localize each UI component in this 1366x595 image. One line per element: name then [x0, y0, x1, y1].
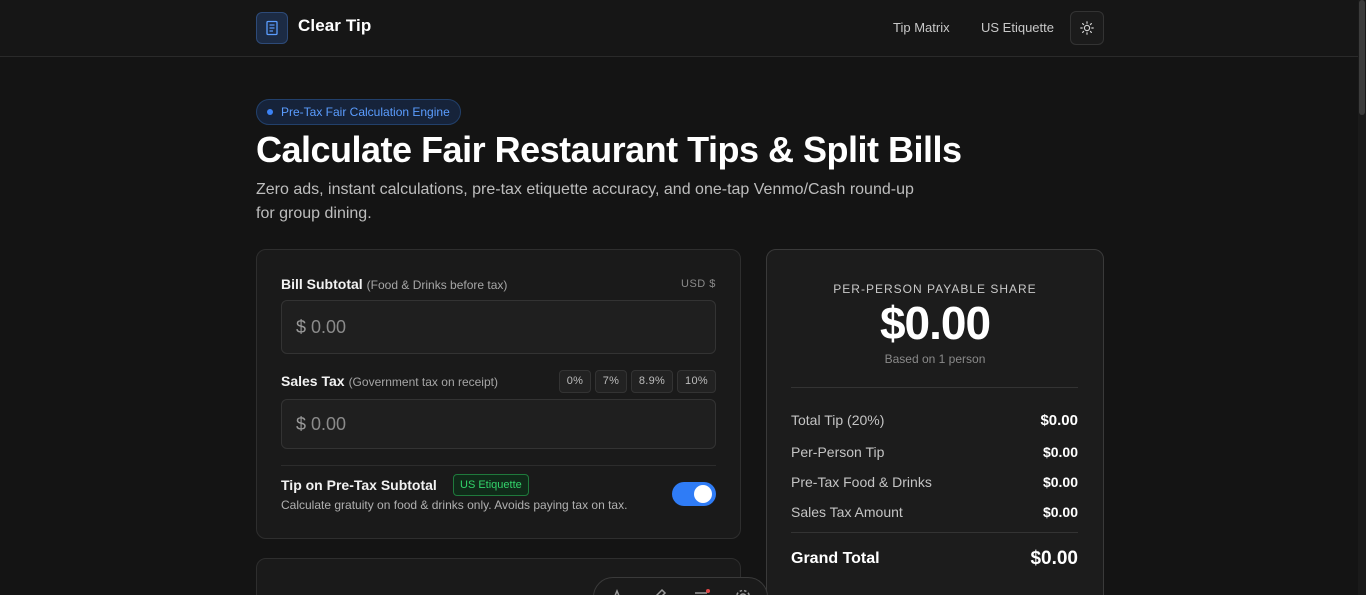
total-tip-value: $0.00 [1040, 412, 1078, 429]
tax-preset-7[interactable]: 7% [595, 370, 627, 393]
per-person-amount: $0.00 [879, 297, 991, 349]
per-person-tip-label: Per-Person Tip [791, 444, 885, 460]
sales-tax-input[interactable]: $ 0.00 [281, 399, 716, 449]
page-scrollbar[interactable] [1358, 0, 1366, 595]
toggle-knob [694, 485, 712, 503]
sales-tax-label-text: Sales Tax [281, 373, 345, 389]
engine-badge: Pre-Tax Fair Calculation Engine [256, 99, 461, 125]
pretax-toggle[interactable] [672, 482, 716, 506]
people-count-note: Based on 1 person [884, 352, 986, 366]
grand-total-divider [791, 532, 1078, 533]
page-title: Calculate Fair Restaurant Tips & Split B… [256, 129, 962, 170]
grand-total-value: $0.00 [1030, 548, 1078, 569]
floating-toolbar [593, 577, 768, 595]
sales-tax-placeholder: 0.00 [311, 413, 347, 434]
subtotal-prefix: $ [296, 316, 307, 337]
total-tip-label: Total Tip (20%) [791, 412, 885, 428]
pretax-description: Calculate gratuity on food & drinks only… [281, 498, 628, 512]
badge-dot [267, 109, 273, 115]
scrollbar-thumb[interactable] [1359, 0, 1365, 115]
settings-icon[interactable] [734, 588, 752, 595]
us-etiquette-badge: US Etiquette [453, 474, 529, 496]
pen-icon[interactable] [649, 588, 667, 595]
text-icon[interactable] [608, 588, 626, 595]
nav-link-tip-matrix[interactable]: Tip Matrix [893, 20, 950, 35]
subtotal-input[interactable]: $ 0.00 [281, 300, 716, 354]
per-person-tip-value: $0.00 [1042, 444, 1078, 460]
subtotal-hint: (Food & Drinks before tax) [366, 278, 508, 292]
subtotal-label: Bill Subtotal (Food & Drinks before tax) [281, 276, 507, 292]
sales-tax-label: Sales Tax (Government tax on receipt) [281, 373, 498, 389]
pretax-food-label: Pre-Tax Food & Drinks [791, 474, 932, 490]
grand-total-label: Grand Total [791, 550, 880, 567]
tax-preset-8-9[interactable]: 8.9% [631, 370, 673, 393]
tax-preset-10[interactable]: 10% [677, 370, 716, 393]
menu-icon[interactable] [692, 588, 710, 595]
brand-name[interactable]: Clear Tip [298, 16, 371, 36]
summary-divider [791, 387, 1078, 388]
nav-link-us-etiquette[interactable]: US Etiquette [981, 20, 1054, 35]
sales-tax-hint: (Government tax on receipt) [348, 375, 498, 389]
currency-tag: USD $ [681, 278, 716, 290]
subtotal-label-text: Bill Subtotal [281, 276, 363, 292]
pretax-food-value: $0.00 [1042, 474, 1078, 490]
tax-preset-0[interactable]: 0% [559, 370, 591, 393]
top-navigation-bar: Clear Tip Tip Matrix US Etiquette [0, 0, 1360, 57]
sales-tax-amount-value: $0.00 [1042, 504, 1078, 520]
sales-tax-prefix: $ [296, 413, 307, 434]
sales-tax-amount-label: Sales Tax Amount [791, 504, 903, 520]
subtotal-placeholder: 0.00 [311, 316, 347, 337]
page-subtitle: Zero ads, instant calculations, pre-tax … [256, 181, 914, 222]
badge-label: Pre-Tax Fair Calculation Engine [281, 105, 450, 119]
per-person-caption: PER-PERSON PAYABLE SHARE [833, 282, 1037, 296]
theme-toggle-button[interactable] [1070, 11, 1104, 45]
sun-icon [1080, 21, 1094, 35]
receipt-icon[interactable] [256, 12, 288, 44]
pretax-toggle-label: Tip on Pre-Tax Subtotal [281, 477, 437, 493]
section-divider [281, 465, 716, 466]
